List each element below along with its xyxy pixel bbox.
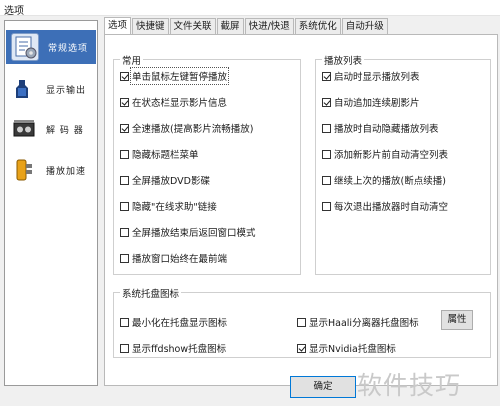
nav-item-display-output[interactable]: 显示输出 <box>6 72 96 106</box>
checkbox-box[interactable] <box>120 175 129 185</box>
checkbox-label: 每次退出播放器时自动清空 <box>334 202 449 213</box>
checkbox-label: 播放时自动隐藏播放列表 <box>334 124 439 135</box>
checkbox-minimize-to-tray[interactable]: 最小化在托盘显示图标 <box>120 315 227 329</box>
properties-button[interactable]: 属性 <box>441 310 473 330</box>
checkbox-label: 最小化在托盘显示图标 <box>132 318 228 329</box>
tab-strip: 选项 快捷键 文件关联 截屏 快进/快退 系统优化 自动升级 <box>104 17 389 35</box>
checkbox-box[interactable] <box>120 71 129 81</box>
tab-options[interactable]: 选项 <box>104 17 132 35</box>
checkbox-label: 自动追加连续剧影片 <box>334 98 420 109</box>
checkbox-label: 隐藏"在线求助"链接 <box>132 202 217 213</box>
group-title-playlist: 播放列表 <box>322 53 365 67</box>
checkbox-box[interactable] <box>120 97 129 107</box>
checkbox-label: 全速播放(提高影片流畅播放) <box>132 124 254 135</box>
checkbox-box[interactable] <box>297 317 306 327</box>
checkbox-auto-hide-playlist[interactable]: 播放时自动隐藏播放列表 <box>322 121 439 135</box>
checkbox-append-series[interactable]: 自动追加连续剧影片 <box>322 95 420 109</box>
checkbox-label: 显示ffdshow托盘图标 <box>132 344 227 355</box>
checkbox-label: 启动时显示播放列表 <box>334 72 420 83</box>
group-title-tray-icon: 系统托盘图标 <box>120 286 182 300</box>
checkbox-return-window-mode[interactable]: 全屏播放结束后返回窗口模式 <box>120 225 256 239</box>
checkbox-box[interactable] <box>322 71 331 81</box>
ok-button[interactable]: 确定 <box>290 376 356 398</box>
display-output-icon <box>11 76 37 102</box>
tab-file-association[interactable]: 文件关联 <box>169 18 216 34</box>
checkbox-label: 单击鼠标左键暂停播放 <box>129 67 230 85</box>
checkbox-box[interactable] <box>297 343 306 353</box>
tab-screenshot[interactable]: 截屏 <box>216 18 244 34</box>
checkbox-haali-tray[interactable]: 显示Haali分离器托盘图标 <box>297 315 419 329</box>
tab-system-optimization[interactable]: 系统优化 <box>294 18 341 34</box>
settings-notepad-icon <box>11 33 39 61</box>
tab-panel-options: 常用 单击鼠标左键暂停播放 在状态栏显示影片信息 全速播放(提高影片流畅播放) … <box>104 34 498 386</box>
checkbox-label: 播放窗口始终在最前端 <box>132 254 228 265</box>
group-common: 常用 单击鼠标左键暂停播放 在状态栏显示影片信息 全速播放(提高影片流畅播放) … <box>113 53 301 275</box>
checkbox-box[interactable] <box>322 201 331 211</box>
group-playlist: 播放列表 启动时显示播放列表 自动追加连续剧影片 播放时自动隐藏播放列表 添加新… <box>315 53 491 275</box>
checkbox-clear-before-add[interactable]: 添加新影片前自动清空列表 <box>322 147 448 161</box>
checkbox-hide-titlebar[interactable]: 隐藏标题栏菜单 <box>120 147 199 161</box>
title-bar: 选项 <box>0 0 500 17</box>
checkbox-label: 添加新影片前自动清空列表 <box>334 150 449 161</box>
checkbox-box[interactable] <box>322 149 331 159</box>
nav-item-playback-accelerate[interactable]: 播放加速 <box>6 153 96 187</box>
tab-seek[interactable]: 快进/快退 <box>244 18 294 34</box>
group-title-common: 常用 <box>120 53 144 67</box>
group-tray-icon: 系统托盘图标 最小化在托盘显示图标 显示Haali分离器托盘图标 显示ffdsh… <box>113 286 491 358</box>
checkbox-always-on-top[interactable]: 播放窗口始终在最前端 <box>120 251 227 265</box>
checkbox-box[interactable] <box>322 175 331 185</box>
nav-item-decoder[interactable]: 解 码 器 <box>6 112 96 146</box>
checkbox-label: 继续上次的播放(断点续播) <box>334 176 446 187</box>
nav-label-display-output: 显示输出 <box>46 85 87 96</box>
window-title: 选项 <box>4 6 24 17</box>
checkbox-label: 全屏播放DVD影碟 <box>132 176 210 187</box>
checkbox-ffdshow-tray[interactable]: 显示ffdshow托盘图标 <box>120 341 226 355</box>
checkbox-label: 全屏播放结束后返回窗口模式 <box>132 228 256 239</box>
checkbox-hide-online-help[interactable]: 隐藏"在线求助"链接 <box>120 199 217 213</box>
checkbox-statusbar-info[interactable]: 在状态栏显示影片信息 <box>120 95 227 109</box>
checkbox-fullscreen-dvd[interactable]: 全屏播放DVD影碟 <box>120 173 210 187</box>
checkbox-label: 隐藏标题栏菜单 <box>132 150 199 161</box>
nav-item-general[interactable]: 常规选项 <box>6 30 96 64</box>
checkbox-nvidia-tray[interactable]: 显示Nvidia托盘图标 <box>297 341 396 355</box>
checkbox-box[interactable] <box>322 97 331 107</box>
dialog-body: 常规选项 显示输出 解 码 器 播放加速 选项 快捷键 文件关联 截屏 快进/快… <box>0 16 500 406</box>
nav-label-playback-accelerate: 播放加速 <box>46 166 87 177</box>
checkbox-show-playlist-on-start[interactable]: 启动时显示播放列表 <box>322 69 420 83</box>
watermark-text: 软件技巧 <box>357 371 462 400</box>
checkbox-label: 显示Haali分离器托盘图标 <box>309 318 419 329</box>
nav-label-general: 常规选项 <box>48 43 89 54</box>
checkbox-box[interactable] <box>322 123 331 133</box>
checkbox-full-speed[interactable]: 全速播放(提高影片流畅播放) <box>120 121 253 135</box>
checkbox-box[interactable] <box>120 149 129 159</box>
category-panel: 常规选项 显示输出 解 码 器 播放加速 <box>4 20 98 386</box>
playback-accelerate-icon <box>11 157 37 183</box>
checkbox-box[interactable] <box>120 201 129 211</box>
checkbox-label: 在状态栏显示影片信息 <box>132 98 228 109</box>
tab-auto-update[interactable]: 自动升级 <box>341 18 388 34</box>
checkbox-clear-on-exit[interactable]: 每次退出播放器时自动清空 <box>322 199 448 213</box>
checkbox-box[interactable] <box>120 227 129 237</box>
tab-hotkeys[interactable]: 快捷键 <box>132 18 169 34</box>
checkbox-box[interactable] <box>120 317 129 327</box>
checkbox-label: 显示Nvidia托盘图标 <box>309 344 396 355</box>
checkbox-box[interactable] <box>120 253 129 263</box>
checkbox-click-pause[interactable]: 单击鼠标左键暂停播放 <box>120 67 230 85</box>
nav-label-decoder: 解 码 器 <box>46 125 84 136</box>
decoder-icon <box>11 116 37 142</box>
checkbox-box[interactable] <box>120 123 129 133</box>
checkbox-resume-playback[interactable]: 继续上次的播放(断点续播) <box>322 173 446 187</box>
checkbox-box[interactable] <box>120 343 129 353</box>
